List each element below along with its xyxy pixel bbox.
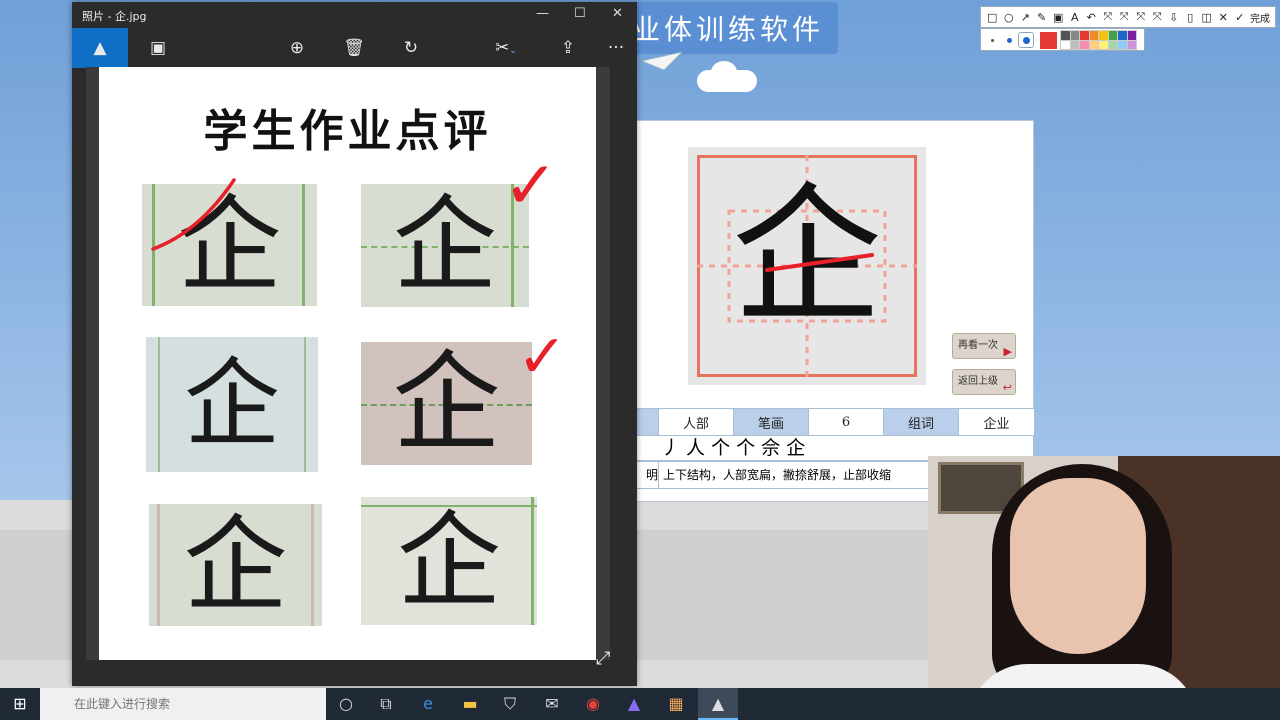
color-swatch[interactable]	[1107, 30, 1118, 41]
zoom-icon[interactable]: ⊕	[277, 28, 317, 68]
cancel-tool-icon[interactable]: ✕	[1215, 11, 1232, 24]
play-icon: ▶	[1003, 345, 1012, 358]
undo-tool-icon[interactable]: ↶	[1083, 11, 1100, 24]
slideshow-icon[interactable]: ▣	[138, 28, 178, 68]
pen-tool-icon[interactable]: ✎	[1034, 11, 1051, 24]
edge-icon[interactable]: e	[408, 688, 448, 720]
expand-icon[interactable]: ⤢	[596, 648, 610, 669]
color-swatch[interactable]	[1117, 39, 1128, 50]
close-icon[interactable]: ✕	[612, 6, 623, 21]
mail-icon[interactable]: ✉	[532, 688, 572, 720]
color-swatch[interactable]	[1079, 30, 1090, 41]
tool-a-tool-icon[interactable]: ⤧	[1100, 10, 1117, 24]
color-swatch[interactable]	[1126, 30, 1137, 41]
words-value: 企业	[958, 408, 1035, 436]
cloud-decoration	[697, 61, 757, 92]
red-annotation-stroke	[765, 253, 874, 272]
edit-icon[interactable]: ✂⌄	[486, 28, 526, 68]
color-swatch[interactable]	[1060, 30, 1071, 41]
color-swatch[interactable]	[1098, 30, 1109, 41]
rotate-icon[interactable]: ↻	[391, 28, 431, 68]
download-tool-icon[interactable]: ⇩	[1166, 11, 1183, 24]
tutor-app-icon[interactable]: ▦	[656, 688, 696, 720]
tool-c-tool-icon[interactable]: ⤧	[1133, 10, 1150, 24]
strokes-label: 笔画	[733, 408, 809, 436]
color-swatch[interactable]	[1088, 39, 1099, 50]
color-swatch[interactable]	[1069, 39, 1080, 50]
color-swatch[interactable]	[1117, 30, 1128, 41]
strokes-value: 6	[808, 408, 884, 436]
table-cell-blank	[636, 408, 659, 436]
color-swatch[interactable]	[1107, 39, 1118, 50]
description-label: 明	[637, 462, 659, 488]
copy-tool-icon[interactable]: ▯	[1182, 11, 1199, 24]
character-info-table: 人部 笔画 6 组词 企业	[636, 408, 1035, 436]
pen-size-small[interactable]	[991, 39, 994, 42]
color-swatch[interactable]	[1126, 39, 1137, 50]
tool-d-tool-icon[interactable]: ⤧	[1149, 10, 1166, 24]
viewer-toolbar: ▲ ▣ ⊕ 🗑 ↻ ✂⌄ ⇪ ···	[72, 28, 637, 68]
taskbar-search-input[interactable]	[40, 688, 326, 720]
more-icon[interactable]: ···	[596, 28, 636, 68]
cortana-icon[interactable]: ○	[326, 688, 366, 720]
words-label: 组词	[883, 408, 959, 436]
color-palette	[980, 28, 1145, 51]
color-swatch[interactable]	[1060, 39, 1071, 50]
window-titlebar[interactable]: 照片 - 企.jpg — ☐ ✕	[72, 2, 637, 28]
photo-canvas: 学生作业点评 企 企 企 企 企 企 ✓ ✓	[99, 67, 596, 660]
minimize-icon[interactable]: —	[536, 6, 549, 21]
back-button-label: 返回上级	[958, 376, 998, 387]
chrome-icon[interactable]: ◉	[573, 688, 613, 720]
app-title: 业体训练软件	[632, 13, 825, 46]
check-mark-1: ✓	[503, 147, 559, 224]
color-swatch[interactable]	[1069, 30, 1080, 41]
current-color-swatch[interactable]	[1040, 32, 1057, 49]
pin-tool-icon[interactable]: ◫	[1199, 11, 1216, 24]
webcam-person-face	[1010, 478, 1146, 654]
windows-start-icon[interactable]: ⊞	[0, 688, 40, 720]
delete-icon[interactable]: 🗑	[334, 28, 374, 68]
color-swatch[interactable]	[1088, 30, 1099, 41]
paper-plane-icon	[642, 52, 682, 70]
return-icon: ↩	[1002, 381, 1012, 394]
pen-size-large[interactable]	[1018, 32, 1034, 48]
confirm-tool-icon[interactable]: ✓	[1232, 11, 1249, 24]
check-mark-2: ✓	[517, 322, 568, 392]
webcam-overlay	[928, 456, 1280, 720]
radical-value: 人部	[658, 408, 734, 436]
photo-margin-left	[86, 67, 100, 660]
color-swatch[interactable]	[1098, 39, 1109, 50]
window-title: 照片 - 企.jpg	[82, 10, 147, 23]
circle-tool-icon[interactable]: ○	[1001, 11, 1018, 24]
color-swatch[interactable]	[1079, 39, 1090, 50]
arrow-tool-icon[interactable]: ↗	[1017, 11, 1034, 24]
task-view-icon[interactable]: ⧉	[366, 688, 406, 720]
color-swatches	[1060, 30, 1137, 50]
maximize-icon[interactable]: ☐	[574, 6, 586, 21]
photos-app-icon[interactable]: ▲	[698, 688, 738, 720]
pen-size-medium[interactable]	[1007, 38, 1012, 43]
file-explorer-icon[interactable]: ▬	[450, 688, 490, 720]
highlighter-tool-icon[interactable]: ▣	[1050, 11, 1067, 24]
app-icon[interactable]: ▲	[614, 688, 654, 720]
rectangle-tool-icon[interactable]: □	[984, 11, 1001, 24]
tool-b-tool-icon[interactable]: ⤧	[1116, 10, 1133, 24]
taskbar: ⊞ ⌕ ○ ⧉ e ▬ ⛉ ✉ ◉ ▲ ▦ ▲	[0, 688, 1280, 720]
replay-button-label: 再看一次	[958, 340, 998, 351]
text-tool-icon[interactable]: A	[1067, 11, 1084, 24]
share-icon[interactable]: ⇪	[548, 28, 588, 68]
photos-window: 照片 - 企.jpg — ☐ ✕ ▲ ▣ ⊕ 🗑 ↻ ✂⌄ ⇪ ··· 学生作业…	[72, 2, 637, 686]
replay-button[interactable]: 再看一次 ▶	[952, 333, 1016, 359]
photo-margin-right	[596, 67, 610, 660]
store-icon[interactable]: ⛉	[490, 688, 530, 720]
back-button[interactable]: 返回上级 ↩	[952, 369, 1016, 395]
done-button[interactable]: 完成	[1250, 10, 1270, 25]
image-icon[interactable]: ▲	[72, 28, 128, 68]
description-text: 上下结构，人部宽扁，撇捺舒展，止部收缩	[663, 468, 892, 482]
annotation-toolbar: □ ○ ↗ ✎ ▣ A ↶ ⤧ ⤧ ⤧ ⤧ ⇩ ▯ ◫ ✕ ✓ 完成	[980, 6, 1276, 28]
